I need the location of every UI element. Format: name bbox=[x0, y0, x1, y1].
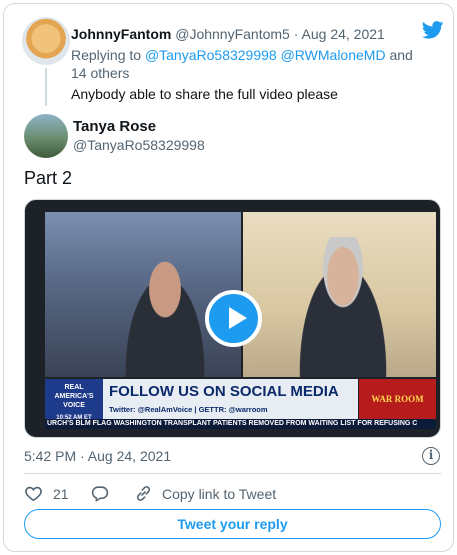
lower-third-title: FOLLOW US ON SOCIAL MEDIA bbox=[109, 383, 339, 400]
reply-separator: · bbox=[293, 26, 299, 42]
tweet-your-reply-button[interactable]: Tweet your reply bbox=[24, 509, 441, 539]
network-logo: REAL AMERICA'S VOICE 10:52 AM ET bbox=[45, 379, 103, 421]
tweet-timestamp[interactable]: 5:42 PM · Aug 24, 2021 bbox=[24, 448, 171, 464]
thread-connector-line bbox=[45, 68, 47, 106]
reply-author-handle[interactable]: @JohnnyFantom5 bbox=[175, 26, 290, 42]
lower-third-banner: FOLLOW US ON SOCIAL MEDIA Twitter: @Real… bbox=[103, 379, 358, 419]
link-icon[interactable] bbox=[134, 484, 153, 503]
video-frame-left-host bbox=[45, 212, 241, 377]
copy-link-action[interactable]: Copy link to Tweet bbox=[134, 484, 276, 503]
reply-icon[interactable] bbox=[90, 484, 109, 503]
heart-icon[interactable] bbox=[24, 484, 43, 503]
like-count: 21 bbox=[53, 485, 69, 502]
reply-date[interactable]: Aug 24, 2021 bbox=[302, 26, 385, 42]
video-frame-right-guest bbox=[243, 212, 436, 377]
replying-to-mention-2[interactable]: @RWMaloneMD bbox=[281, 47, 386, 63]
divider bbox=[24, 473, 441, 474]
replying-to-line: Replying to @TanyaRo58329998 @RWMaloneMD… bbox=[71, 46, 416, 82]
replying-to-mention-1[interactable]: @TanyaRo58329998 bbox=[145, 47, 277, 63]
reply-author-avatar[interactable] bbox=[22, 17, 70, 65]
lower-third-subtitle: Twitter: @RealAmVoice | GETTR: @warroom bbox=[109, 405, 268, 414]
tweet-author-avatar[interactable] bbox=[24, 114, 68, 158]
video-player[interactable]: REAL AMERICA'S VOICE 10:52 AM ET FOLLOW … bbox=[24, 199, 441, 438]
embedded-tweet-card: JohnnyFantom @JohnnyFantom5 · Aug 24, 20… bbox=[3, 3, 454, 552]
like-action[interactable]: 21 bbox=[24, 484, 69, 503]
reply-author-name[interactable]: JohnnyFantom bbox=[71, 26, 171, 42]
replying-prefix: Replying to bbox=[71, 47, 142, 63]
tweet-text: Part 2 bbox=[24, 168, 73, 188]
tweet-author-handle[interactable]: @TanyaRo58329998 bbox=[73, 137, 205, 153]
reply-text: Anybody able to share the full video ple… bbox=[71, 86, 338, 102]
video-person-right bbox=[288, 237, 398, 377]
network-logo-text: REAL AMERICA'S VOICE bbox=[54, 384, 94, 409]
reply-action[interactable] bbox=[90, 484, 109, 503]
copy-link-label[interactable]: Copy link to Tweet bbox=[162, 486, 276, 502]
twitter-bird-icon[interactable] bbox=[422, 21, 444, 39]
tweet-author-name[interactable]: Tanya Rose bbox=[73, 118, 156, 135]
show-logo: WAR ROOM bbox=[359, 379, 436, 419]
reply-header: JohnnyFantom @JohnnyFantom5 · Aug 24, 20… bbox=[71, 26, 385, 42]
play-icon[interactable] bbox=[205, 290, 262, 347]
news-ticker: URCH'S BLM FLAG WASHINGTON TRANSPLANT PA… bbox=[45, 419, 436, 429]
info-icon[interactable]: i bbox=[422, 447, 440, 465]
video-person-left bbox=[115, 252, 215, 377]
